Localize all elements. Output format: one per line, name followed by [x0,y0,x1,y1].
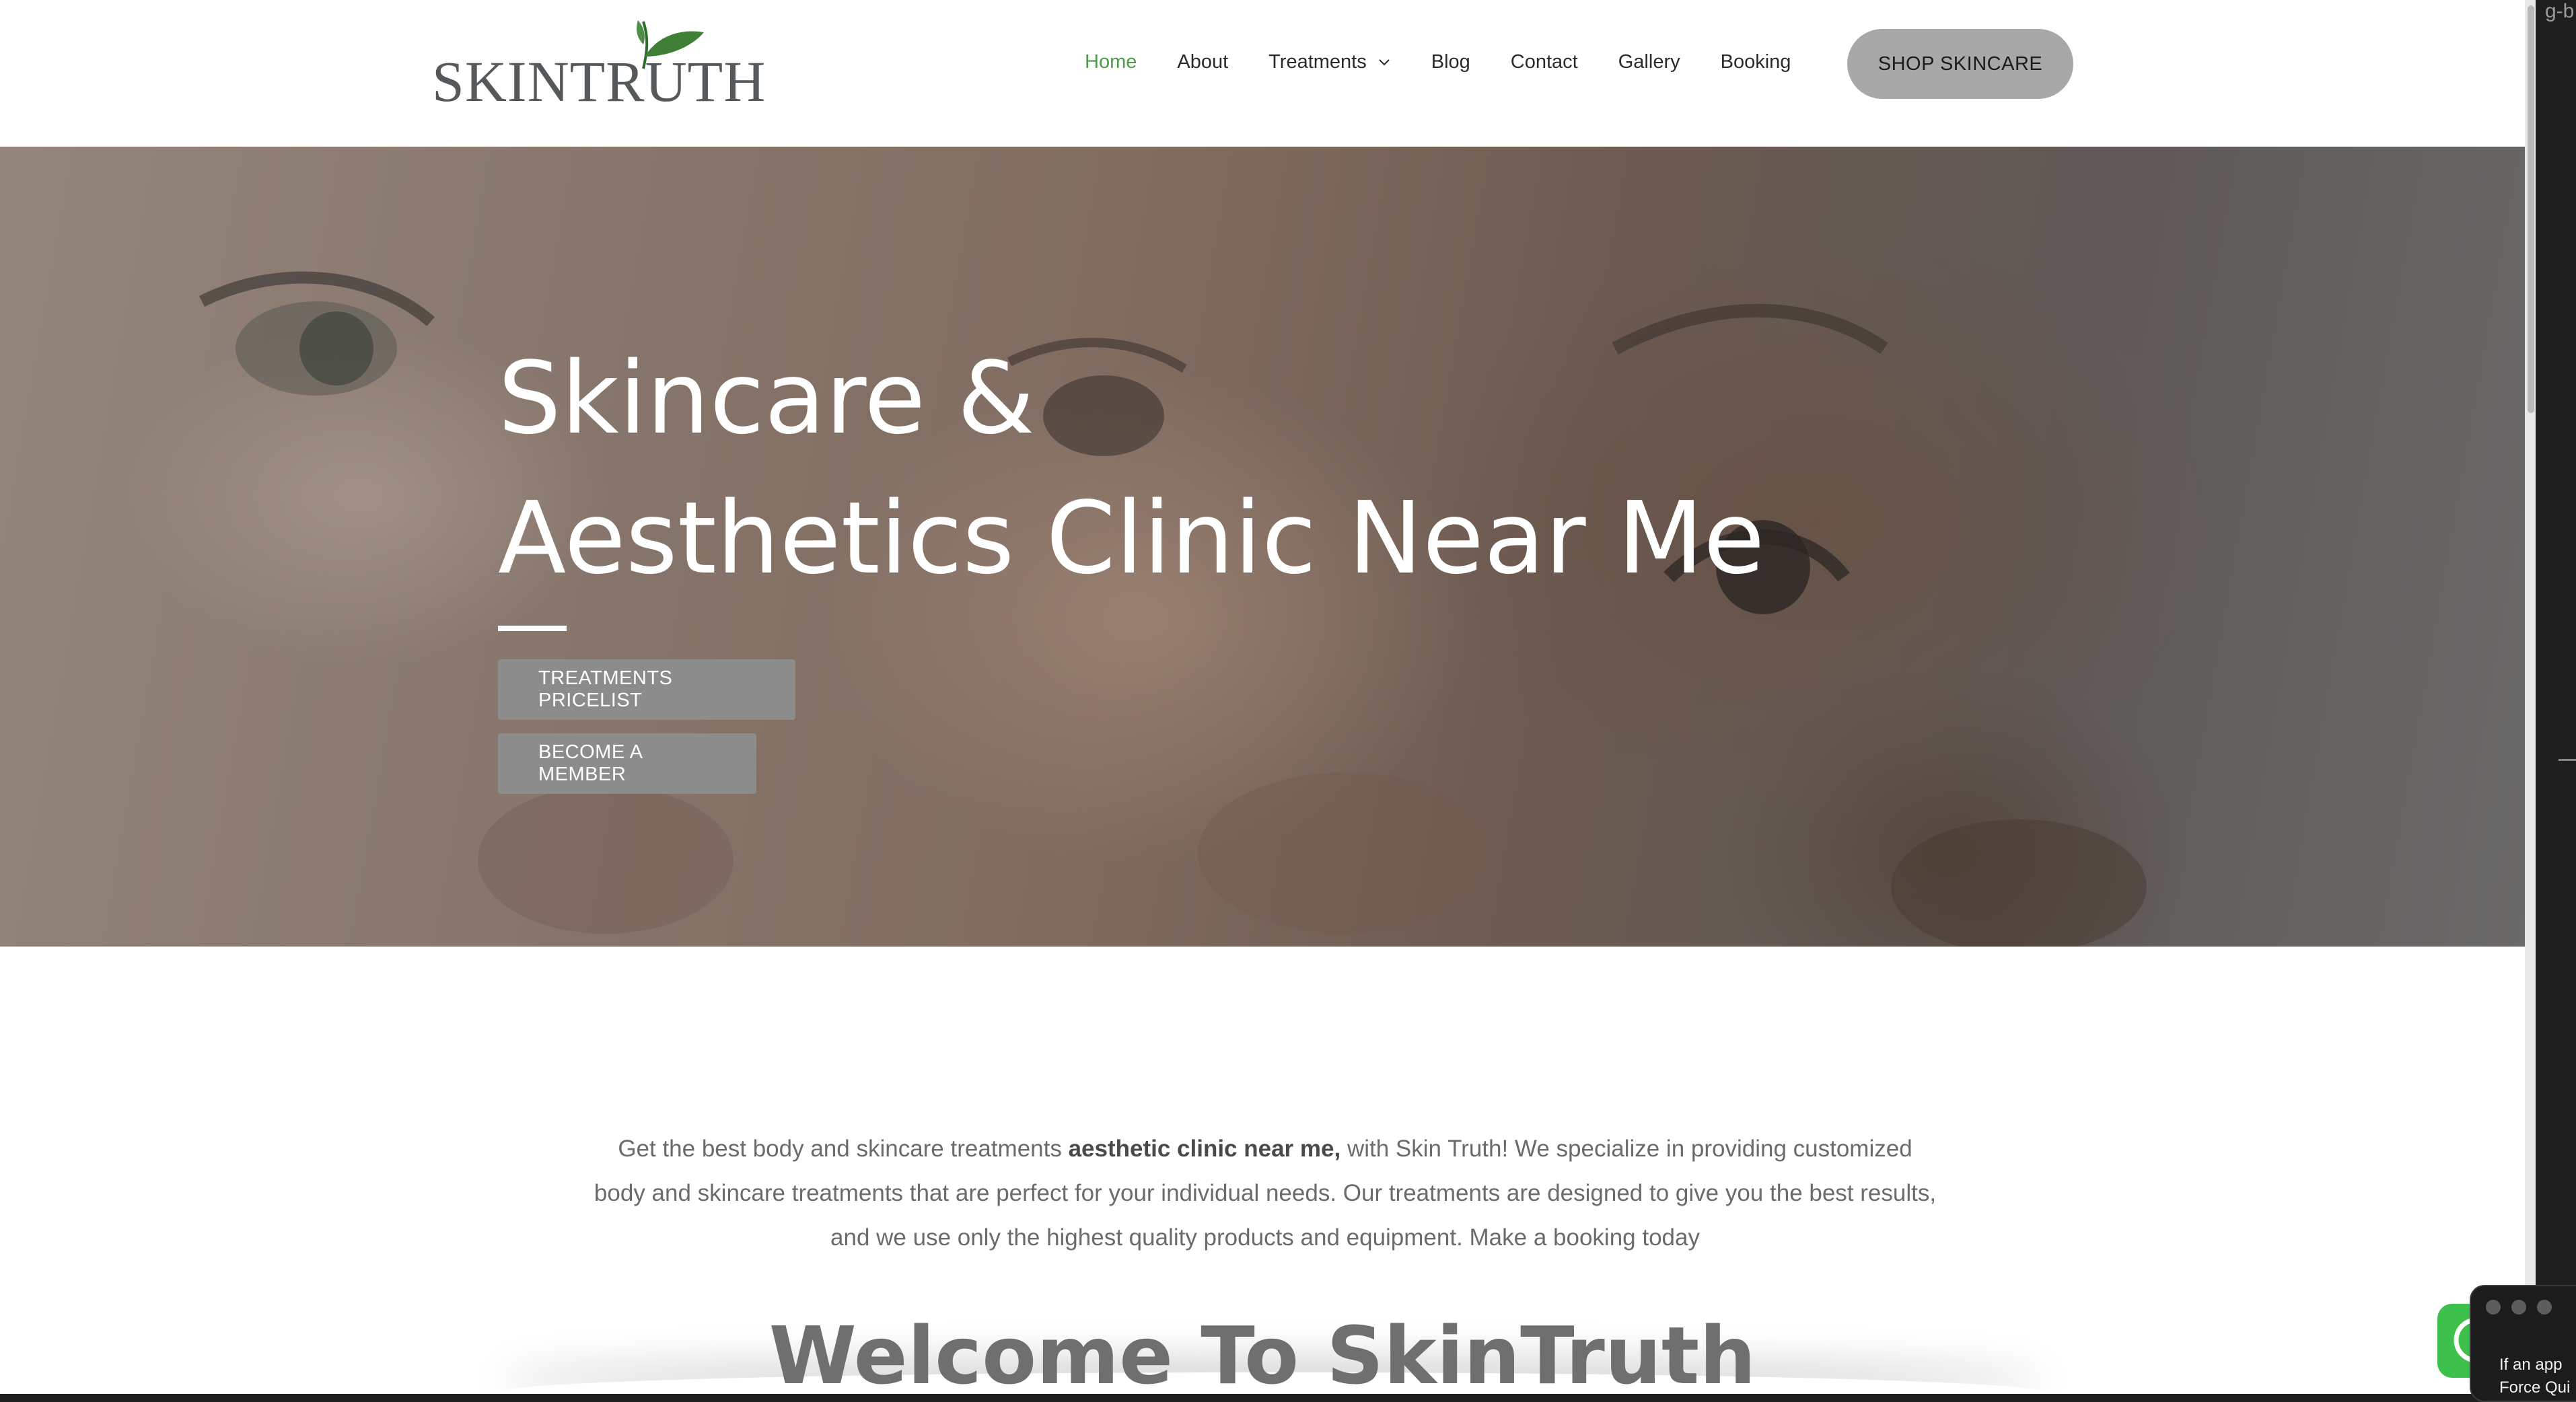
nav-home-label: Home [1085,50,1137,73]
browser-page: SKINTRUTH Home About Treatments Blog Con… [0,0,2525,1394]
main-nav: Home About Treatments Blog Contact Galle… [1085,42,1831,82]
scrollbar-thumb[interactable] [2528,5,2534,413]
nav-about-label: About [1177,50,1229,73]
site-logo[interactable]: SKINTRUTH [432,17,765,110]
popup-text-line1: If an app [2499,1356,2563,1374]
site-header: SKINTRUTH Home About Treatments Blog Con… [0,0,2525,147]
nav-treatments[interactable]: Treatments [1268,51,1391,73]
treatments-pricelist-button[interactable]: TREATMENTS PRICELIST [498,659,795,720]
shop-skincare-button[interactable]: SHOP SKINCARE [1847,29,2073,99]
leaf-icon [637,20,704,69]
window-zoom-dot[interactable] [2537,1300,2552,1315]
hero-banner: Skincare & Aesthetics Clinic Near Me TRE… [0,147,2525,947]
hero-divider [498,626,567,631]
logo-text: SKINTRUTH [432,49,766,114]
nav-blog-label: Blog [1431,50,1470,73]
chevron-down-icon [1379,59,1390,66]
nav-gallery[interactable]: Gallery [1618,51,1680,73]
welcome-heading: Welcome To SkinTruth [768,1309,1756,1394]
become-member-button[interactable]: BECOME A MEMBER [498,733,756,794]
nav-blog[interactable]: Blog [1431,51,1470,73]
nav-booking-label: Booking [1720,50,1791,73]
window-minimize-dot[interactable] [2511,1300,2526,1315]
hero-title: Skincare & Aesthetics Clinic Near Me [498,328,1764,608]
nav-booking[interactable]: Booking [1721,51,1791,73]
intro-text-start: Get the best body and skincare treatment… [618,1136,1069,1162]
hero-title-line2: Aesthetics Clinic Near Me [498,480,1765,596]
nav-gallery-label: Gallery [1618,50,1680,73]
nav-contact-label: Contact [1510,50,1578,73]
nav-contact[interactable]: Contact [1511,51,1578,73]
intro-text-bold: aesthetic clinic near me, [1068,1136,1341,1162]
side-divider [2559,759,2576,761]
system-notification-popup: If an app Force Qui [2470,1285,2576,1402]
window-close-dot[interactable] [2486,1300,2501,1315]
nav-treatments-label: Treatments [1268,50,1367,73]
hero-title-line1: Skincare & [498,340,1035,456]
popup-text: If an app Force Qui [2499,1354,2570,1399]
nav-about[interactable]: About [1177,51,1228,73]
intro-paragraph: Get the best body and skincare treatment… [592,1127,1938,1260]
side-partial-text: g-b [2545,0,2575,22]
nav-home[interactable]: Home [1085,51,1137,73]
